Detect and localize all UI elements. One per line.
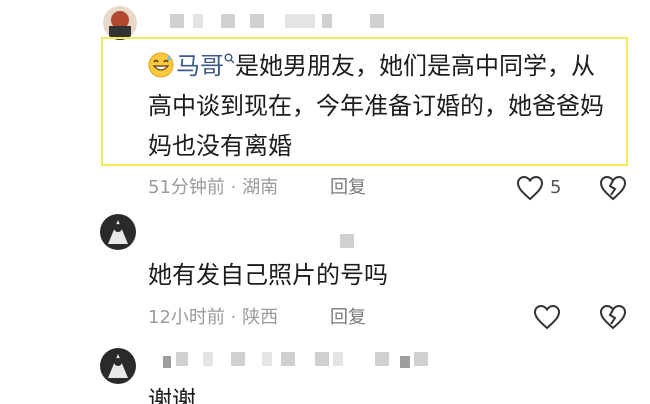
comment-text: 谢谢 bbox=[148, 386, 196, 404]
avatar[interactable] bbox=[103, 6, 137, 40]
grinning-sweat-emoji bbox=[148, 52, 174, 78]
dislike-broken-heart-icon[interactable] bbox=[599, 304, 627, 330]
user-mention[interactable]: 马哥 bbox=[176, 52, 224, 80]
comment-text: 她有发自己照片的号吗 bbox=[148, 261, 388, 289]
comment-time-location: 12小时前 · 陕西 bbox=[148, 307, 279, 328]
comment-text-line2: 高中谈到现在，今年准备订婚的，她爸爸妈 bbox=[148, 92, 604, 120]
comment-time-location: 51分钟前 · 湖南 bbox=[148, 177, 279, 198]
reply-button[interactable]: 回复 bbox=[330, 306, 366, 330]
like-count: 5 bbox=[550, 177, 562, 198]
comment-text-line3: 妈也没有离婚 bbox=[148, 132, 292, 160]
avatar[interactable] bbox=[100, 348, 136, 384]
dislike-broken-heart-icon[interactable] bbox=[599, 175, 627, 201]
search-icon bbox=[224, 53, 235, 64]
reply-button[interactable]: 回复 bbox=[330, 176, 366, 200]
like-heart-icon[interactable] bbox=[533, 304, 561, 330]
avatar[interactable] bbox=[100, 214, 136, 250]
like-heart-icon[interactable] bbox=[516, 175, 544, 201]
comment-text-line1: 是她男朋友，她们是高中同学，从 bbox=[235, 52, 595, 80]
comment-text: 马哥 是她男朋友，她们是高中同学，从 bbox=[148, 46, 595, 86]
